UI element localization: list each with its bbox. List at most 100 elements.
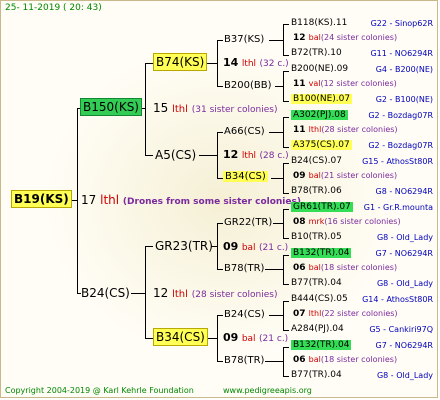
gen2-a5-unit: lthl [241, 151, 257, 161]
gen4-mating-unit: lthl [308, 125, 322, 134]
gen4-group-18: G14 - AthosSt80R [362, 295, 433, 304]
connector [217, 40, 218, 86]
gen4-mating-note: (22 sister colonies) [321, 309, 398, 318]
gen4-mating-22: 06 bal(18 sister colonies) [293, 356, 397, 365]
gen2-a5-num: 12 [223, 148, 239, 161]
connector [131, 293, 145, 294]
gen4-queen-15: B132(TR).04 [291, 248, 352, 258]
gen4-group-12: G1 - Gr.R.mounta [363, 203, 433, 212]
date-stamp: 25- 11-2019 ( 20: 43) [5, 3, 102, 13]
connector [217, 132, 218, 178]
connector [217, 269, 223, 270]
connector [217, 315, 223, 316]
root-mating: 17 lthl (Drones from some sister colonie… [81, 194, 301, 207]
connector [283, 117, 289, 118]
connector [217, 86, 223, 87]
connector [145, 155, 153, 156]
gen4-mating-note: (16 sister colonies) [324, 217, 401, 226]
gen4-mating-unit: bal [308, 33, 321, 42]
gen4-mating-num: 09 [293, 171, 309, 181]
gen1-top-note: (31 sister colonies) [191, 105, 278, 115]
connector [269, 132, 283, 133]
gen4-queen-14: B10(TR).05 [291, 233, 342, 242]
gen2-a5-note: (28 c.) [259, 151, 289, 161]
connector [283, 24, 289, 25]
connector [283, 255, 289, 256]
gen2-gr23-note: (21 c.) [259, 243, 289, 253]
connector [283, 147, 289, 148]
gen4-queen-12: GR61(TR).07 [291, 202, 353, 212]
connector [283, 284, 289, 285]
gen4-group-23: G8 - Old_Lady [376, 371, 433, 380]
website-link[interactable]: www.pedigreeapis.org [223, 387, 312, 395]
connector [217, 223, 218, 269]
connector [283, 238, 289, 239]
connector [145, 338, 153, 339]
gen2-b74-queen: B74(KS) [153, 53, 208, 71]
gen4-queen-label: B444(CS).05 [291, 294, 348, 304]
connector [145, 246, 146, 339]
connector [265, 361, 283, 362]
connector [283, 163, 284, 193]
gen4-queen-21: B132(TR).04 [291, 340, 352, 350]
root-note: (Drones from some sister colonies) [122, 197, 301, 207]
gen3-b78a: B78(TR) [224, 263, 265, 274]
gen2-b74-mating: 14 lthl (32 c.) [223, 57, 289, 69]
gen4-queen-6: A302(PJ).08 [291, 110, 348, 120]
connector [269, 315, 283, 316]
connector [269, 40, 283, 41]
gen4-mating-unit: mrk [308, 217, 325, 226]
gen4-queen-11: B78(TR).06 [291, 187, 342, 196]
gen1-top-num: 15 [153, 101, 169, 115]
gen2-b34-label: B34(CS) [153, 328, 208, 346]
gen4-mating-unit: lthl [308, 309, 322, 318]
gen4-group-8: G2 - Bozdag07R [368, 141, 433, 150]
gen4-mating-note: (24 sister colonies) [320, 33, 398, 42]
gen2-b34-queen: B34(CS) [153, 328, 208, 346]
connector [283, 71, 284, 101]
gen4-queen-label: B24(CS).07 [291, 156, 342, 166]
gen4-queen-9: B24(CS).07 [291, 157, 342, 166]
connector [265, 269, 283, 270]
gen4-group-6: G2 - Bozdag07R [368, 111, 433, 120]
gen3-b34cs: B34(CS) [223, 171, 268, 182]
connector [217, 361, 223, 362]
gen4-mating-unit: bal [308, 355, 321, 364]
gen4-queen-label: B10(TR).05 [291, 232, 342, 242]
gen4-queen-18: B444(CS).05 [291, 295, 348, 304]
gen4-mating-note: (18 sister colonies) [320, 355, 398, 364]
gen1-bottom-queen: B24(CS) [81, 286, 130, 300]
gen4-queen-label: B200(NE).09 [291, 64, 349, 74]
gen4-queen-label: A284(PJ).04 [291, 324, 344, 334]
pedigree-chart: 25- 11-2019 ( 20: 43) B19(KS) 17 lthl (D… [0, 0, 438, 398]
connector [145, 63, 153, 64]
connector [271, 178, 283, 179]
gen4-queen-label: B100(NE).07 [291, 94, 353, 104]
root-queen: B19(KS) [11, 190, 72, 208]
gen4-mating-4: 11 val(12 sister colonies) [293, 80, 397, 89]
connector [283, 255, 284, 284]
gen4-queen-label: GR61(TR).07 [291, 202, 353, 212]
gen1-top-unit: lthl [172, 104, 188, 115]
gen4-queen-label: B77(TR).04 [291, 278, 342, 288]
connector [217, 132, 223, 133]
gen4-mating-10: 09 bal(21 sister colonies) [293, 172, 397, 181]
gen4-mating-num: 12 [293, 33, 309, 43]
gen4-group-17: G8 - Old_Lady [376, 279, 433, 288]
gen4-mating-16: 06 bal(18 sister colonies) [293, 264, 397, 273]
connector [283, 347, 284, 376]
root-num: 17 [81, 193, 97, 207]
gen4-group-15: G7 - NO6294R [375, 249, 433, 258]
connector [283, 209, 289, 210]
connector [77, 108, 78, 294]
gen4-group-5: G2 - B100(NE) [375, 95, 433, 104]
gen3-b37: B37(KS) [224, 34, 265, 45]
gen2-a5-mating: 12 lthl (28 c.) [223, 149, 289, 161]
connector [283, 347, 289, 348]
gen4-group-9: G15 - AthosSt80R [362, 157, 433, 166]
root-queen-label: B19(KS) [11, 190, 72, 208]
connector [217, 315, 218, 361]
gen4-group-11: G8 - NO6294R [375, 187, 433, 196]
gen4-mating-7: 11 lthl(28 sister colonies) [293, 126, 398, 135]
gen2-a5-queen: A5(CS) [155, 148, 197, 162]
